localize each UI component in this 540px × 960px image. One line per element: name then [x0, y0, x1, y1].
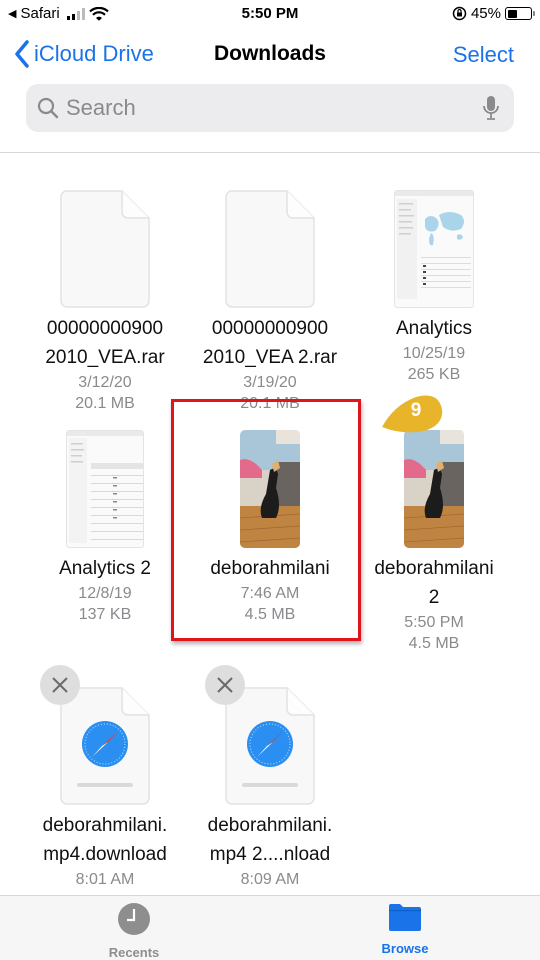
- file-item[interactable]: Analytics 10/25/19 265 KB: [349, 168, 519, 385]
- file-name: deborahmilani.: [42, 815, 168, 836]
- tab-label: Recents: [108, 945, 160, 960]
- tab-bar: Recents Browse: [0, 895, 540, 960]
- file-name-line2: mp4.download: [43, 844, 167, 865]
- file-name-line2: mp4 2....nload: [209, 844, 331, 865]
- folder-icon: [389, 904, 421, 931]
- file-item[interactable]: Analytics 2 12/8/19 137 KB: [20, 408, 190, 625]
- file-date: 8:01 AM: [75, 871, 135, 888]
- file-item[interactable]: deborahmilani 2 5:50 PM 4.5 MB: [349, 408, 519, 654]
- file-item[interactable]: deborahmilani. mp4 2....nload 8:09 AM: [185, 663, 355, 890]
- video-thumbnail: [240, 430, 300, 548]
- file-size: 265 KB: [407, 366, 461, 383]
- back-button[interactable]: iCloud Drive: [14, 40, 154, 68]
- analytics-table-screenshot-thumbnail: [66, 430, 144, 548]
- chevron-left-icon: [15, 40, 29, 68]
- search-icon: [37, 97, 59, 119]
- safari-download-icon: [225, 687, 315, 805]
- file-item[interactable]: 00000000900 2010_VEA.rar 3/12/20 20.1 MB: [20, 168, 190, 414]
- tab-label: Browse: [381, 941, 429, 956]
- file-date: 3/19/20: [243, 374, 297, 391]
- file-date: 3/12/20: [78, 374, 132, 391]
- navigation-bar: iCloud Drive Downloads Select: [0, 30, 540, 80]
- select-button[interactable]: Select: [453, 42, 514, 68]
- cancel-download-button[interactable]: [205, 665, 245, 705]
- video-thumbnail: [404, 430, 464, 548]
- file-date: 5:50 PM: [404, 614, 464, 631]
- file-name: deborahmilani: [374, 558, 494, 579]
- microphone-icon[interactable]: [482, 95, 500, 121]
- step-number: 9: [410, 400, 422, 421]
- file-date: 12/8/19: [78, 585, 132, 602]
- battery-percent: 45%: [470, 5, 501, 22]
- file-size: 4.5 MB: [244, 606, 296, 623]
- status-bar: ◀ Safari 5:50 PM 45%: [0, 0, 540, 30]
- file-name-line2: 2010_VEA 2.rar: [202, 347, 338, 368]
- generic-document-icon: [60, 190, 150, 308]
- file-name: 00000000900: [211, 318, 329, 339]
- file-name-line2: 2: [428, 587, 440, 608]
- step-marker: 9: [380, 393, 452, 435]
- file-name-line2: 2010_VEA.rar: [45, 347, 165, 368]
- close-icon: [217, 677, 233, 693]
- file-name: 00000000900: [46, 318, 164, 339]
- safari-download-icon: [60, 687, 150, 805]
- file-item[interactable]: deborahmilani. mp4.download 8:01 AM: [20, 663, 190, 890]
- file-item[interactable]: 00000000900 2010_VEA 2.rar 3/19/20 20.1 …: [185, 168, 355, 414]
- search-bar: [26, 84, 514, 132]
- close-icon: [52, 677, 68, 693]
- cancel-download-button[interactable]: [40, 665, 80, 705]
- battery-icon: [505, 7, 535, 20]
- file-date: 8:09 AM: [240, 871, 300, 888]
- file-name: Analytics: [395, 318, 473, 339]
- file-name: Analytics 2: [59, 558, 151, 579]
- file-size: 137 KB: [78, 606, 132, 623]
- analytics-screenshot-thumbnail: [394, 190, 474, 308]
- file-name: deborahmilani.: [207, 815, 333, 836]
- file-item[interactable]: deborahmilani 7:46 AM 4.5 MB: [185, 408, 355, 625]
- orientation-lock-icon: [452, 6, 467, 21]
- file-date: 10/25/19: [402, 345, 466, 362]
- tab-recents[interactable]: Recents: [74, 902, 194, 960]
- back-button-label: iCloud Drive: [34, 41, 154, 66]
- file-date: 7:46 AM: [240, 585, 300, 602]
- search-input[interactable]: [66, 95, 482, 121]
- tab-browse[interactable]: Browse: [345, 902, 465, 956]
- file-grid: 00000000900 2010_VEA.rar 3/12/20 20.1 MB…: [0, 153, 540, 895]
- file-size: 4.5 MB: [408, 635, 460, 652]
- clock-icon: [118, 903, 150, 935]
- generic-document-icon: [225, 190, 315, 308]
- file-name: deborahmilani: [210, 558, 330, 579]
